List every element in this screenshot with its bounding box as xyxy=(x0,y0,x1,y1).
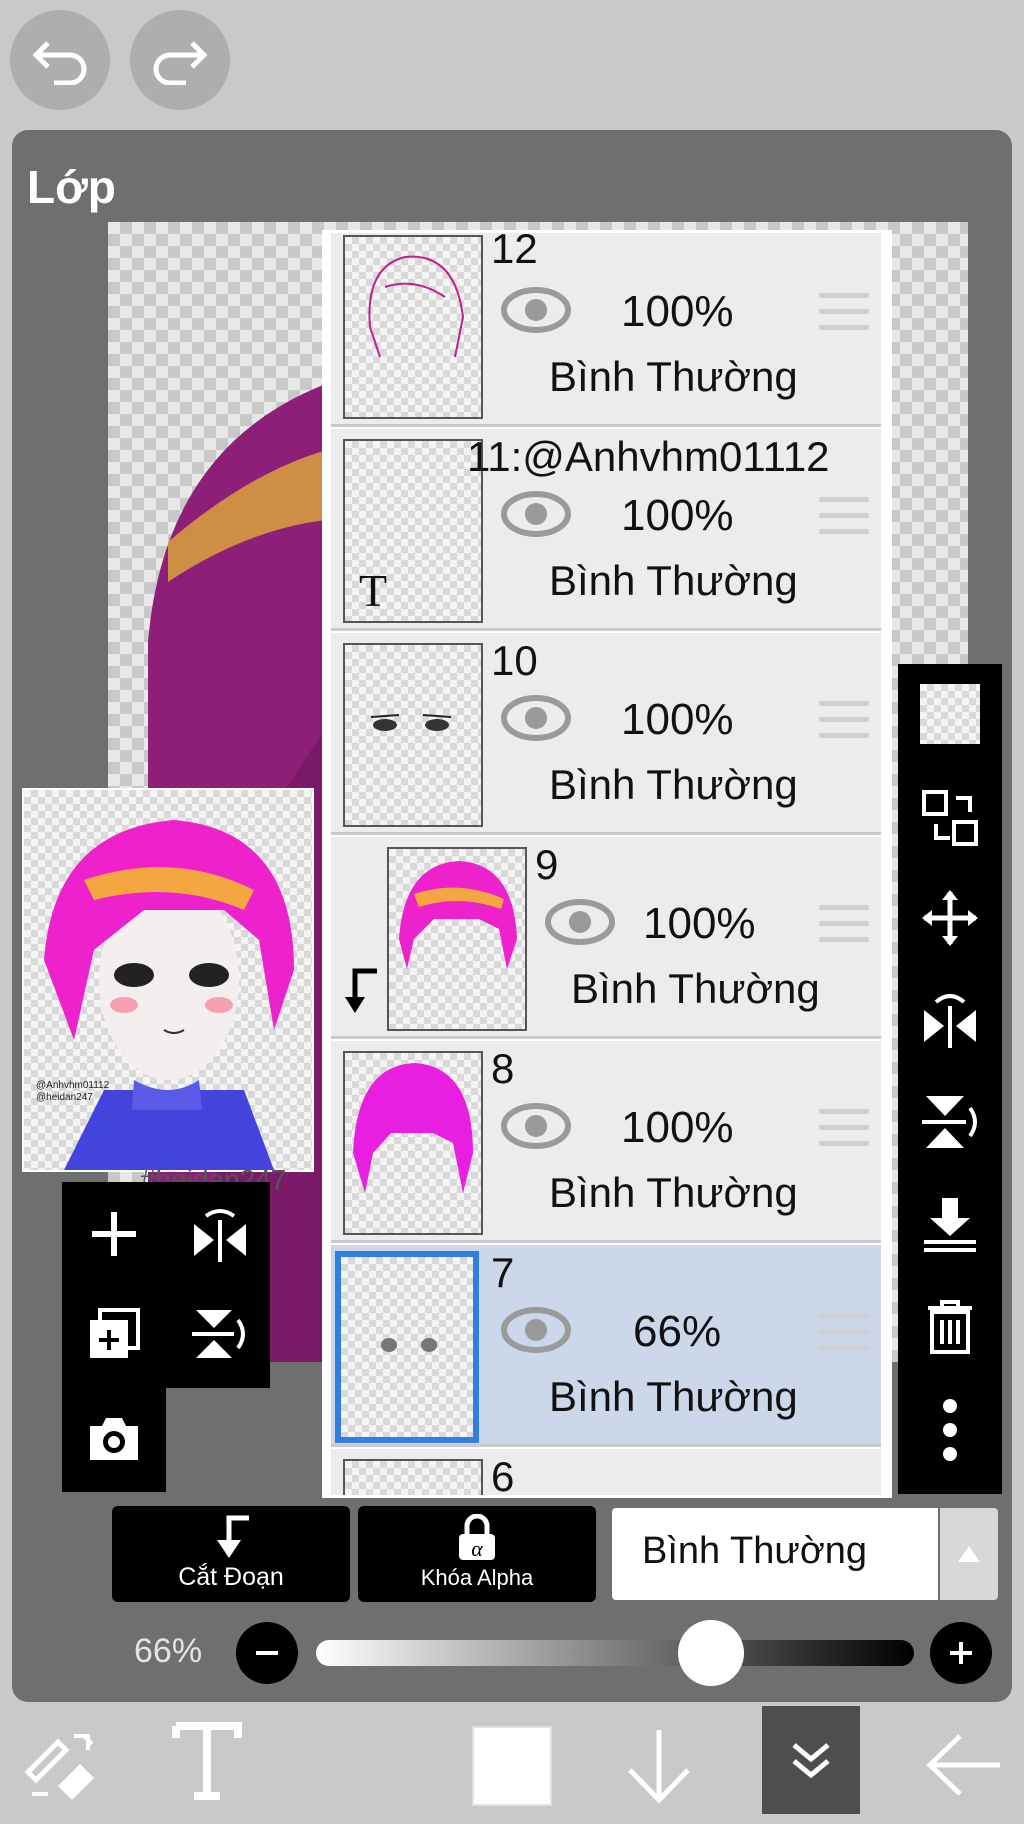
undo-button[interactable] xyxy=(10,10,110,110)
layer-thumbnail: T xyxy=(343,439,483,623)
more-options-icon[interactable] xyxy=(920,1399,980,1461)
arrow-down-icon[interactable] xyxy=(624,1726,694,1811)
swap-layer-icon[interactable] xyxy=(920,788,980,848)
layer-opacity: 100% xyxy=(621,1103,734,1152)
layer-row[interactable]: 8 100% Bình Thường xyxy=(331,1041,881,1243)
double-chevron-down-icon xyxy=(792,1743,830,1779)
layer-row-selected[interactable]: 7 66% Bình Thường xyxy=(331,1245,881,1447)
visibility-eye-icon[interactable] xyxy=(501,693,571,743)
opacity-increase-button[interactable] xyxy=(930,1622,992,1684)
transparency-icon[interactable] xyxy=(920,684,980,744)
text-layer-icon: T xyxy=(359,565,388,616)
flip-layer-horizontal-icon[interactable] xyxy=(190,1206,250,1267)
layer-opacity: 100% xyxy=(621,695,734,744)
alpha-lock-button[interactable]: α Khóa Alpha xyxy=(358,1506,596,1602)
visibility-eye-icon[interactable] xyxy=(501,489,571,539)
layer-blend-mode: Bình Thường xyxy=(549,1169,798,1216)
triangle-up-icon xyxy=(958,1546,980,1562)
reference-image[interactable]: @Anhvhm01112 @heidan247 xyxy=(22,788,314,1172)
layer-row[interactable]: 6 xyxy=(331,1449,881,1498)
layer-row[interactable]: 9 100% Bình Thường xyxy=(331,837,881,1039)
move-icon[interactable] xyxy=(920,888,980,948)
text-tool-icon[interactable] xyxy=(172,1716,242,1811)
drag-handle-icon[interactable] xyxy=(819,293,869,341)
tool-switch-icon[interactable] xyxy=(22,1726,102,1811)
layer-name: 6 xyxy=(491,1453,515,1498)
layer-name: 9 xyxy=(535,841,559,888)
opacity-slider-track[interactable] xyxy=(316,1640,914,1666)
layer-thumbnail xyxy=(387,847,527,1031)
add-layer-icon[interactable] xyxy=(86,1206,142,1267)
layer-blend-mode: Bình Thường xyxy=(549,557,798,604)
merge-down-icon[interactable] xyxy=(920,1194,980,1254)
back-arrow-icon[interactable] xyxy=(924,1730,1004,1805)
layer-name: 10 xyxy=(491,637,538,684)
layer-row[interactable]: 10 100% Bình Thường xyxy=(331,633,881,835)
visibility-eye-icon[interactable] xyxy=(545,897,615,947)
layer-blend-mode: Bình Thường xyxy=(549,353,798,400)
layer-thumbnail xyxy=(343,1459,483,1495)
flip-vertical-icon[interactable] xyxy=(920,1092,980,1152)
plus-icon xyxy=(950,1642,972,1664)
opacity-decrease-button[interactable] xyxy=(236,1622,298,1684)
visibility-eye-icon[interactable] xyxy=(501,285,571,335)
trash-icon[interactable] xyxy=(920,1296,980,1356)
right-toolbar xyxy=(898,664,1002,1494)
lock-icon: α xyxy=(459,1513,495,1561)
layer-list[interactable]: 12 100% Bình Thường T 11:@Anhvhm01112 10… xyxy=(322,230,892,1498)
layer-blend-mode: Bình Thường xyxy=(549,761,798,808)
redo-button[interactable] xyxy=(130,10,230,110)
clipping-button[interactable]: Cắt Đoạn xyxy=(112,1506,350,1602)
flip-layer-vertical-icon[interactable] xyxy=(190,1306,246,1367)
layer-row[interactable]: 12 100% Bình Thường xyxy=(331,230,881,427)
layer-name: 8 xyxy=(491,1045,515,1092)
drag-handle-icon[interactable] xyxy=(819,905,869,953)
color-swatch[interactable] xyxy=(472,1726,552,1806)
layer-blend-mode: Bình Thường xyxy=(571,965,820,1012)
camera-icon[interactable] xyxy=(86,1414,142,1469)
panel-title: Lớp xyxy=(27,161,116,213)
clipping-icon xyxy=(217,1515,249,1558)
layer-opacity: 100% xyxy=(621,287,734,336)
layer-row[interactable]: T 11:@Anhvhm01112 100% Bình Thường xyxy=(331,429,881,631)
layer-opacity: 100% xyxy=(621,491,734,540)
visibility-eye-icon[interactable] xyxy=(501,1305,571,1355)
layer-thumbnail xyxy=(343,235,483,419)
clipping-arrow-icon xyxy=(345,968,377,1013)
clipping-label: Cắt Đoạn xyxy=(178,1563,284,1591)
drag-handle-icon[interactable] xyxy=(819,701,869,749)
redo-icon xyxy=(153,41,208,85)
alpha-lock-label: Khóa Alpha xyxy=(420,1565,534,1590)
blend-mode-dropdown-button[interactable] xyxy=(940,1508,998,1600)
layer-thumbnail xyxy=(343,643,483,827)
opacity-slider-knob[interactable] xyxy=(677,1620,744,1686)
layers-button[interactable] xyxy=(762,1706,860,1814)
blend-mode-value: Bình Thường xyxy=(642,1530,868,1572)
layer-thumbnail xyxy=(343,1051,483,1235)
layer-opacity: 66% xyxy=(633,1307,722,1356)
blend-mode-select[interactable]: Bình Thường xyxy=(612,1508,938,1600)
undo-icon xyxy=(32,41,87,85)
flip-horizontal-icon[interactable] xyxy=(920,990,980,1050)
reference-artwork xyxy=(44,820,294,1170)
layer-thumbnail xyxy=(335,1251,479,1443)
svg-text:α: α xyxy=(471,1536,483,1561)
drag-handle-icon[interactable] xyxy=(819,1313,869,1361)
layer-name: 11:@Anhvhm01112 xyxy=(467,433,830,480)
layer-name: 12 xyxy=(491,230,538,272)
minus-icon xyxy=(256,1651,278,1655)
duplicate-layer-icon[interactable] xyxy=(86,1306,142,1367)
drag-handle-icon[interactable] xyxy=(819,1109,869,1157)
opacity-value: 66% xyxy=(134,1632,203,1670)
layer-name: 7 xyxy=(491,1249,515,1296)
layer-blend-mode: Bình Thường xyxy=(549,1373,798,1420)
signature-text: @Anhvhm01112 @heidan247 xyxy=(36,1080,110,1103)
visibility-eye-icon[interactable] xyxy=(501,1101,571,1151)
layer-opacity: 100% xyxy=(643,899,756,948)
drag-handle-icon[interactable] xyxy=(819,497,869,545)
